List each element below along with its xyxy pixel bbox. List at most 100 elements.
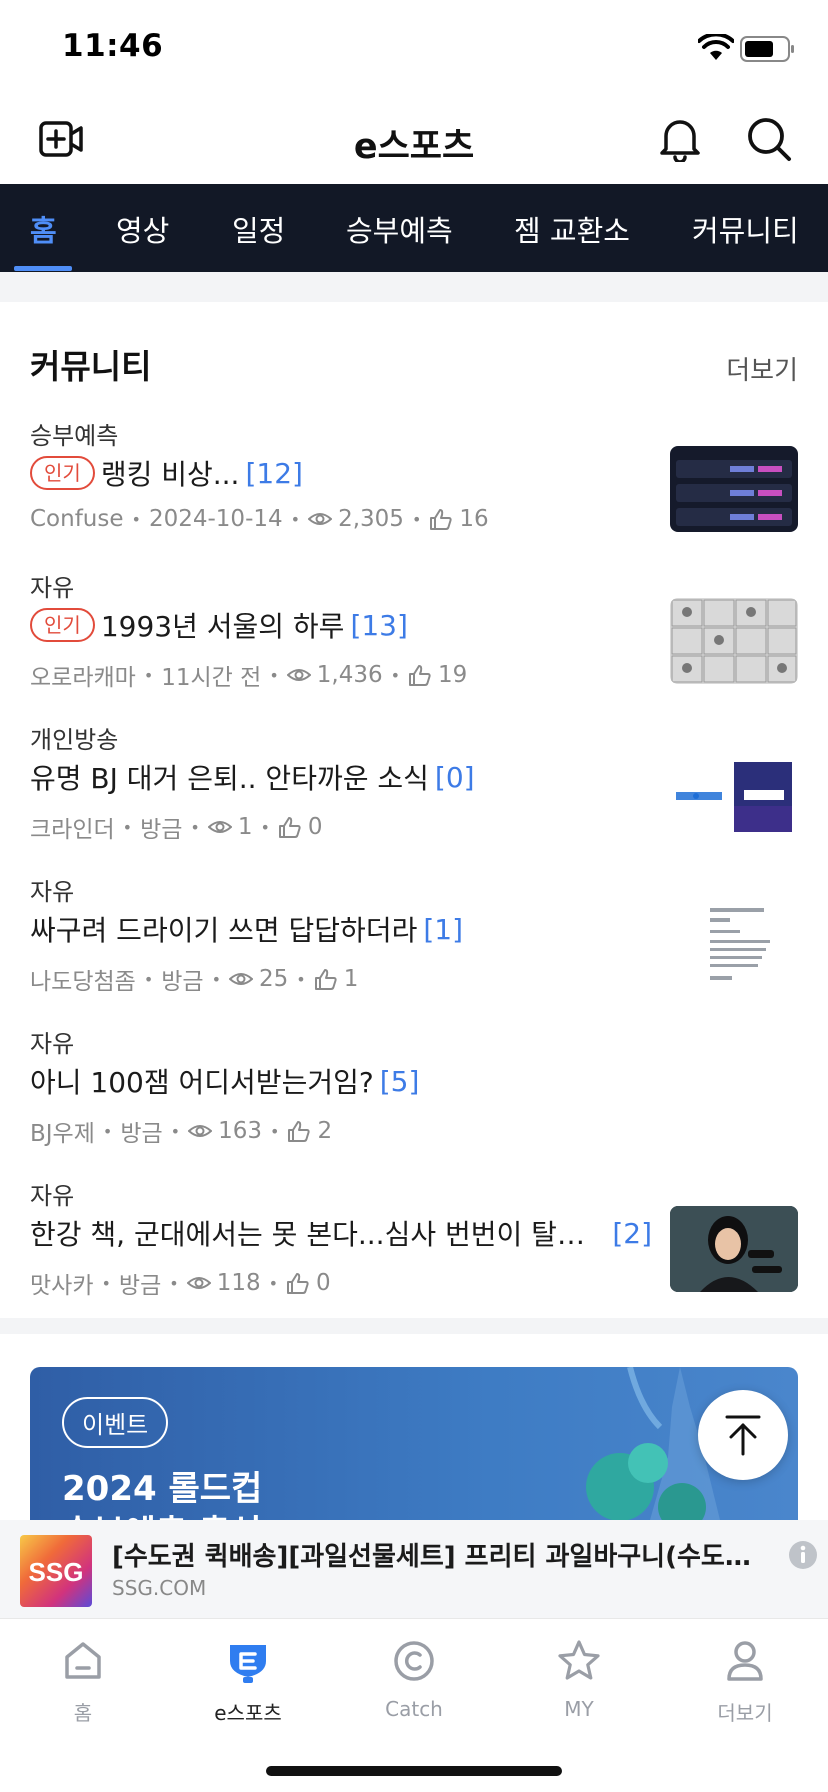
bell-icon[interactable] xyxy=(658,116,702,162)
nav-catch-label: Catch xyxy=(385,1697,443,1721)
nav-catch[interactable]: Catch xyxy=(344,1637,484,1721)
eye-icon xyxy=(308,513,333,525)
post-thumbnail xyxy=(670,446,798,532)
post-author: 나도당첨좀 xyxy=(30,969,136,995)
post-item[interactable]: 자유 아니 100잼 어디서받는거임? [5] BJ우제 • 방금 • 163 • 2 xyxy=(0,1024,828,1176)
ssg-logo-text: SSG xyxy=(29,1557,84,1587)
view-count: 1 xyxy=(237,814,253,840)
ad-title: [수도권 퀵배송][과일선물세트] 프리티 과일바구니(수도권 퀵배송) xyxy=(112,1542,752,1572)
post-time: 11시간 전 xyxy=(161,665,262,691)
event-title-line2: 승부예측 출석 xyxy=(62,1511,262,1520)
thumbs-up-icon xyxy=(430,509,452,530)
nav-home-label: 홈 xyxy=(73,1701,93,1725)
wifi-icon xyxy=(698,34,734,60)
post-time: 방금 xyxy=(161,969,204,995)
comment-count: [13] xyxy=(350,608,408,642)
post-category: 개인방송 xyxy=(30,726,119,754)
ad-banner[interactable]: SSG [수도권 퀵배송][과일선물세트] 프리티 과일바구니(수도권 퀵배송)… xyxy=(0,1520,828,1618)
post-meta: 맛사카 • 방금 • 118 • 0 xyxy=(30,1266,331,1300)
post-time: 2024-10-14 xyxy=(148,506,283,532)
like-count: 0 xyxy=(316,1270,331,1296)
post-meta: 크라인더 • 방금 • 1 • 0 xyxy=(30,810,323,844)
tab-gem-exchange[interactable]: 젬 교환소 xyxy=(514,208,630,250)
tab-community[interactable]: 커뮤니티 xyxy=(692,208,799,250)
nav-my[interactable]: MY xyxy=(509,1637,649,1721)
event-title: 2024 롤드컵 승부예측 출석 xyxy=(62,1467,262,1520)
hot-badge: 인기 xyxy=(30,456,95,490)
like-count: 2 xyxy=(317,1118,333,1144)
view-count: 25 xyxy=(259,966,289,992)
active-tab-indicator xyxy=(14,266,72,271)
view-count: 118 xyxy=(216,1270,261,1296)
home-indicator xyxy=(266,1766,562,1776)
post-item[interactable]: 자유 한강 책, 군대에서는 못 본다...심사 번번이 탈락하... [2] … xyxy=(0,1176,828,1328)
nav-home[interactable]: 홈 xyxy=(13,1637,153,1726)
post-title: 1993년 서울의 하루 xyxy=(100,610,345,643)
status-time: 11:46 xyxy=(62,28,164,64)
event-banner[interactable]: 이벤트 2024 롤드컵 승부예측 출석 xyxy=(30,1367,798,1520)
post-title: 아니 100잼 어디서받는거임? xyxy=(30,1066,374,1099)
post-author: 크라인더 xyxy=(30,817,115,843)
tab-prediction[interactable]: 승부예측 xyxy=(346,208,453,250)
search-icon[interactable] xyxy=(746,116,792,162)
star-icon xyxy=(558,1640,600,1680)
nav-my-label: MY xyxy=(564,1697,594,1721)
post-thumbnail xyxy=(670,598,798,684)
post-author: Confuse xyxy=(30,506,124,532)
like-count: 16 xyxy=(459,506,489,532)
catch-icon xyxy=(394,1641,434,1681)
comment-count: [0] xyxy=(434,760,475,794)
eye-icon xyxy=(186,1277,211,1289)
category-tabs: 홈 영상 일정 승부예측 젬 교환소 커뮤니티 xyxy=(0,184,828,272)
tab-video[interactable]: 영상 xyxy=(116,208,169,250)
event-title-line1: 2024 롤드컵 xyxy=(62,1469,263,1509)
post-item[interactable]: 자유 싸구려 드라이기 쓰면 답답하더라 [1] 나도당첨좀 • 방금 • 25 • … xyxy=(0,872,828,1024)
post-author: 맛사카 xyxy=(30,1273,94,1299)
eye-icon xyxy=(207,821,232,833)
post-meta: 나도당첨좀 • 방금 • 25 • 1 xyxy=(30,962,358,996)
status-bar: 11:46 xyxy=(0,0,828,100)
thumbs-up-icon xyxy=(288,1121,311,1142)
post-item[interactable]: 개인방송 유명 BJ 대거 은퇴.. 안타까운 소식 [0] 크라인더 • 방금 •… xyxy=(0,720,828,872)
hot-badge: 인기 xyxy=(30,608,95,642)
post-meta: Confuse • 2024-10-14 • 2,305 • 16 xyxy=(30,506,489,532)
nav-esports[interactable]: e스포츠 xyxy=(178,1637,318,1726)
like-count: 1 xyxy=(343,966,359,992)
post-thumbnail xyxy=(670,750,798,836)
page-title: e스포츠 xyxy=(353,127,475,167)
post-thumbnail xyxy=(670,902,798,988)
view-count: 2,305 xyxy=(338,506,404,532)
post-item[interactable]: 승부예측 인기 랭킹 비상... [12] Confuse • 2024-10-1… xyxy=(0,416,828,568)
post-time: 방금 xyxy=(140,817,183,843)
post-category: 승부예측 xyxy=(30,422,119,450)
more-link[interactable]: 더보기 xyxy=(726,350,798,387)
post-time: 방금 xyxy=(118,1273,162,1299)
eye-icon xyxy=(188,1125,213,1137)
comment-count: [5] xyxy=(379,1064,420,1098)
view-count: 1,436 xyxy=(316,662,383,688)
ad-source: SSG.COM xyxy=(112,1576,207,1600)
thumbs-up-icon xyxy=(278,817,301,838)
comment-count: [12] xyxy=(245,456,303,490)
post-meta: 오로라캐마 • 11시간 전 • 1,436 • 19 xyxy=(30,658,467,692)
post-category: 자유 xyxy=(30,878,75,906)
post-category: 자유 xyxy=(30,1030,75,1058)
post-category: 자유 xyxy=(30,574,75,602)
tab-home[interactable]: 홈 xyxy=(30,208,57,250)
eye-icon xyxy=(229,973,254,985)
post-category: 자유 xyxy=(30,1182,75,1210)
event-tag: 이벤트 xyxy=(62,1397,169,1448)
tab-schedule[interactable]: 일정 xyxy=(232,208,285,250)
arrow-up-icon xyxy=(725,1415,761,1456)
battery-icon xyxy=(740,36,794,62)
nav-more[interactable]: 더보기 xyxy=(675,1637,815,1726)
post-author: BJ우제 xyxy=(30,1121,95,1147)
scroll-to-top-button[interactable] xyxy=(698,1390,788,1480)
info-icon[interactable] xyxy=(788,1540,818,1570)
thumbs-up-icon xyxy=(314,969,337,990)
esports-icon xyxy=(230,1645,266,1683)
like-count: 0 xyxy=(307,814,323,840)
community-section-title: 커뮤니티 xyxy=(30,347,152,386)
eye-icon xyxy=(286,669,311,681)
post-item[interactable]: 자유 인기 1993년 서울의 하루 [13] 오로라캐마 • 11시간 전 • 1… xyxy=(0,568,828,720)
